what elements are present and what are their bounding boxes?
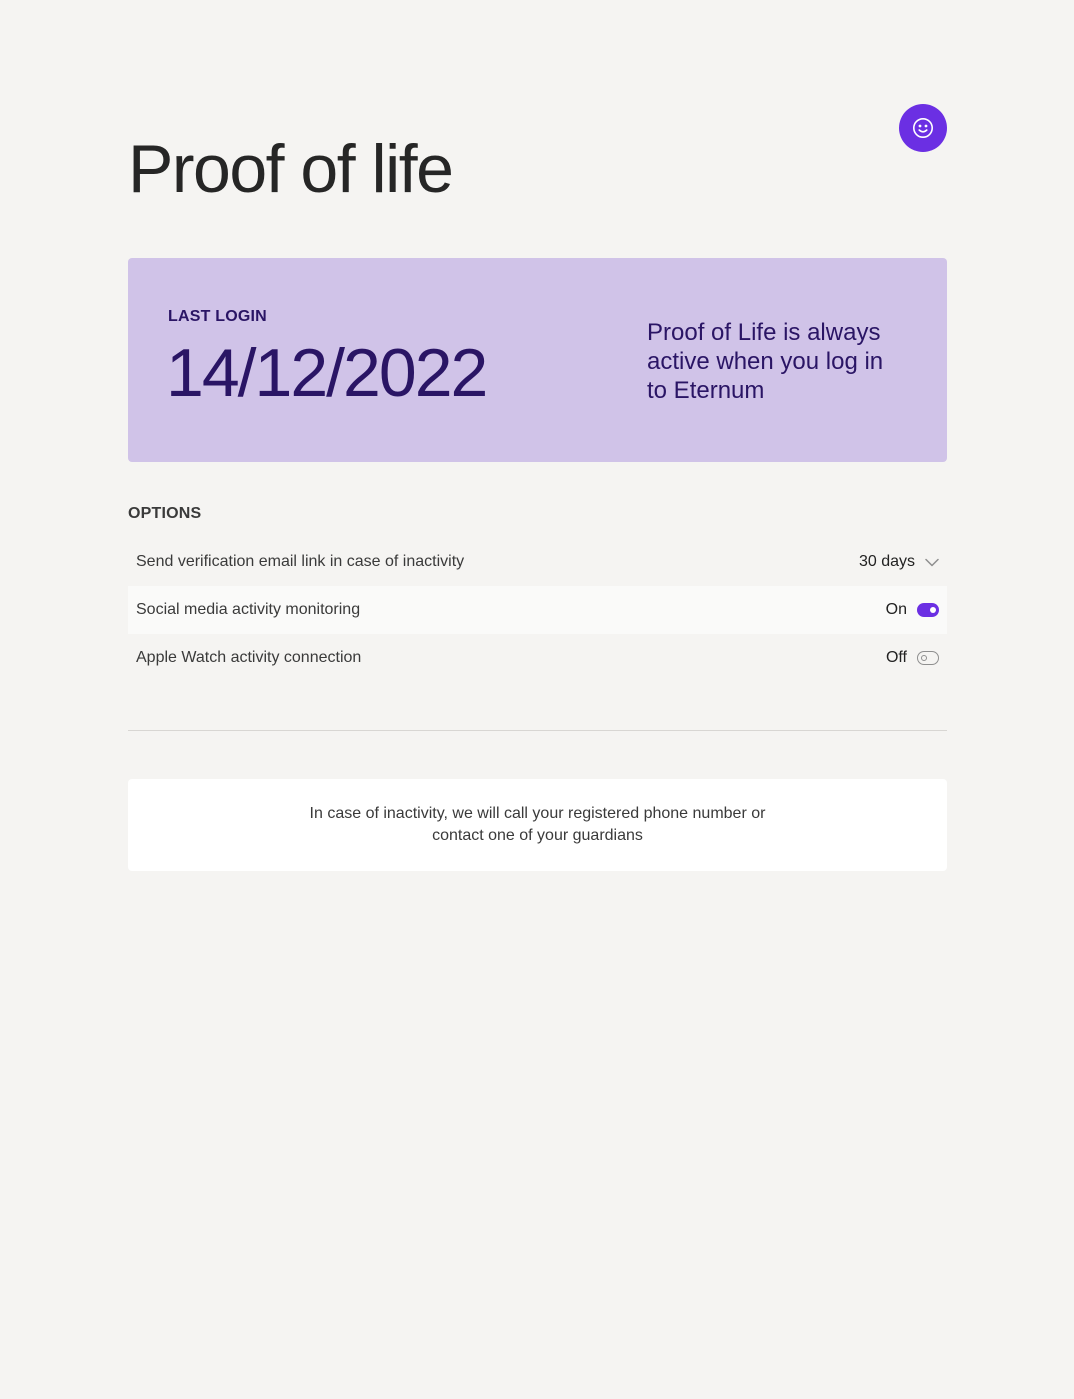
toggle-switch-on[interactable] [917, 603, 939, 617]
profile-button[interactable] [899, 104, 947, 152]
smiley-face-icon [913, 118, 933, 138]
last-login-date: 14/12/2022 [166, 335, 488, 411]
chevron-down-icon [925, 558, 939, 566]
page-title: Proof of life [128, 131, 454, 207]
option-row-verification-email: Send verification email link in case of … [128, 538, 947, 586]
toggle-state-label: On [885, 601, 907, 618]
last-login-label: LAST LOGIN [168, 308, 267, 325]
social-media-toggle[interactable]: On [886, 601, 939, 619]
toggle-switch-off[interactable] [917, 651, 939, 665]
last-login-card: LAST LOGIN 14/12/2022 Proof of Life is a… [128, 258, 947, 462]
proof-of-life-note: Proof of Life is always active when you … [647, 319, 884, 404]
toggle-state-label: Off [885, 649, 907, 666]
dropdown-value: 30 days [858, 553, 915, 570]
inactivity-info-text: In case of inactivity, we will call your… [309, 805, 766, 844]
option-row-apple-watch: Apple Watch activity connection Off [128, 634, 947, 682]
option-label: Send verification email link in case of … [136, 553, 465, 570]
inactivity-period-dropdown[interactable]: 30 days [859, 553, 939, 571]
option-row-social-media: Social media activity monitoring On [128, 586, 947, 634]
section-divider [128, 730, 947, 731]
apple-watch-toggle[interactable]: Off [886, 649, 939, 667]
options-heading: OPTIONS [128, 505, 202, 522]
option-label: Apple Watch activity connection [136, 649, 362, 666]
option-label: Social media activity monitoring [136, 601, 361, 618]
inactivity-info-card: In case of inactivity, we will call your… [128, 779, 947, 871]
